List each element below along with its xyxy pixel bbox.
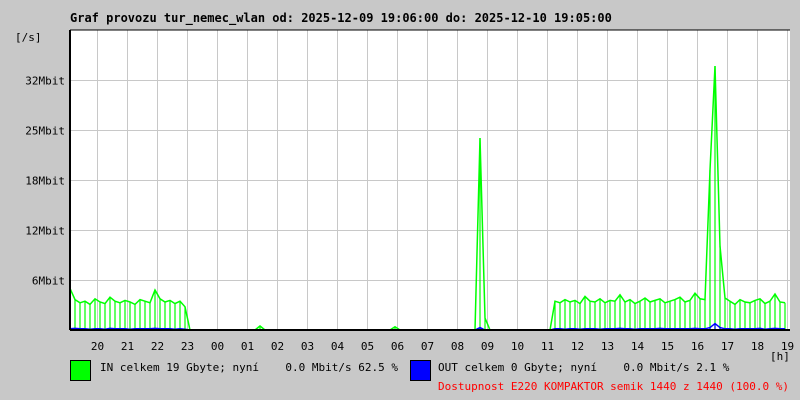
x-tick-label: 06 [391,340,404,353]
x-tick-label: 18 [751,340,764,353]
y-tick-label: 32Mbit [25,75,65,88]
x-tick-label: 13 [601,340,614,353]
y-tick-label: 18Mbit [25,175,65,188]
x-tick-label: 17 [721,340,734,353]
x-tick-label: 07 [421,340,434,353]
availability-text: Dostupnost E220 KOMPAKTOR semik 1440 z 1… [438,380,789,393]
x-tick-label: 11 [541,340,554,353]
y-tick-label: 25Mbit [25,125,65,138]
x-tick-label: 19 [781,340,794,353]
x-tick-label: 15 [661,340,674,353]
x-tick-label: 10 [511,340,524,353]
y-tick-label: 6Mbit [32,275,65,288]
x-tick-label: 22 [151,340,164,353]
x-tick-label: 20 [91,340,104,353]
x-tick-label: 16 [691,340,704,353]
out-legend-text: OUT celkem 0 Gbyte; nyní 0.0 Mbit/s 2.1 … [438,361,730,374]
x-tick-label: 05 [361,340,374,353]
x-tick-label: 09 [481,340,494,353]
in-legend-text: IN celkem 19 Gbyte; nyní 0.0 Mbit/s 62.5… [100,361,399,374]
traffic-chart: [/s] [h] 6Mbit12Mbit18Mbit25Mbit32Mbit20… [15,29,794,363]
x-tick-label: 14 [631,340,645,353]
x-tick-label: 23 [181,340,194,353]
x-tick-label: 01 [241,340,254,353]
out-legend-swatch [410,360,431,381]
x-tick-label: 00 [211,340,224,353]
x-tick-label: 12 [571,340,584,353]
x-tick-label: 08 [451,340,464,353]
y-axis-unit: [/s] [15,31,42,44]
x-tick-label: 02 [271,340,284,353]
x-tick-label: 21 [121,340,134,353]
x-tick-label: 04 [331,340,345,353]
x-tick-label: 03 [301,340,314,353]
y-tick-label: 12Mbit [25,225,65,238]
in-legend-swatch [70,360,91,381]
